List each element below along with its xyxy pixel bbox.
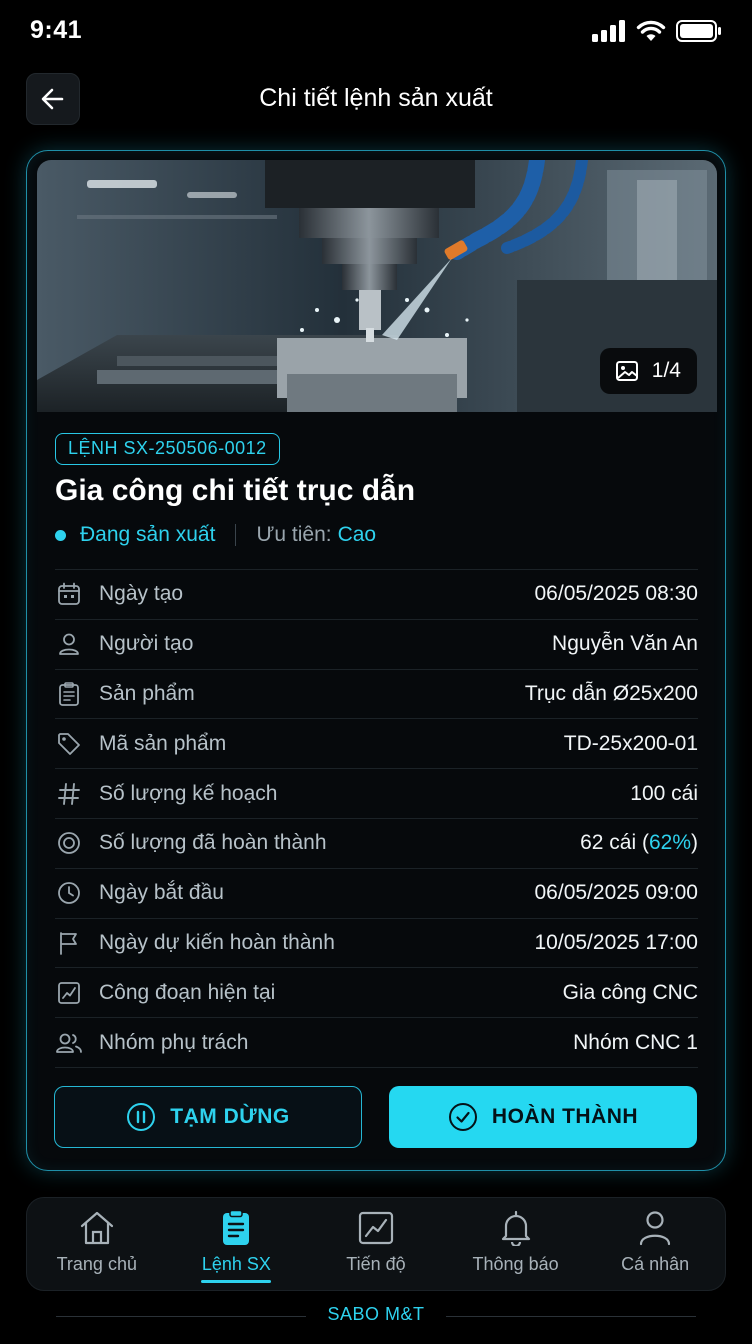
wifi-icon — [636, 20, 666, 41]
target-icon — [55, 829, 83, 857]
tab-home[interactable]: Trang chủ — [27, 1198, 167, 1290]
flag-icon — [55, 929, 83, 957]
signal-icon — [592, 20, 625, 42]
clock-icon — [55, 879, 83, 907]
orders-icon — [223, 1210, 250, 1245]
detail-value: Nhóm CNC 1 — [573, 1030, 698, 1054]
divider — [235, 524, 237, 546]
chart-icon — [55, 979, 83, 1007]
tab-notifications[interactable]: Thông báo — [446, 1198, 586, 1290]
home-icon — [80, 1211, 113, 1245]
detail-row-team: Nhóm phụ trách Nhóm CNC 1 — [55, 1018, 698, 1068]
hero-image[interactable]: 1/4 — [37, 160, 717, 412]
detail-value: Trục dẫn Ø25x200 — [524, 681, 698, 705]
users-icon — [55, 1029, 83, 1057]
header: Chi tiết lệnh sản xuất — [0, 72, 752, 126]
detail-row-start-date: Ngày bắt đầu 06/05/2025 09:00 — [55, 869, 698, 919]
pause-button-label: TẠM DỪNG — [170, 1105, 290, 1128]
detail-row-current-stage: Công đoạn hiện tại Gia công CNC — [55, 968, 698, 1019]
status-time: 9:41 — [30, 16, 83, 44]
detail-label: Sản phẩm — [99, 681, 195, 705]
detail-label: Mã sản phẩm — [99, 731, 227, 755]
priority-value: Cao — [337, 523, 377, 546]
photo-counter[interactable]: 1/4 — [599, 348, 697, 394]
detail-label: Người tạo — [99, 632, 194, 656]
priority-label: Ưu tiên: — [256, 523, 332, 546]
detail-label: Số lượng đã hoàn thành — [99, 831, 327, 855]
page-title: Chi tiết lệnh sản xuất — [259, 84, 493, 112]
status-text: Đang sản xuất — [80, 523, 216, 546]
detail-value: Nguyễn Văn An — [552, 632, 698, 656]
pause-button[interactable]: TẠM DỪNG — [54, 1086, 362, 1148]
detail-label: Nhóm phụ trách — [99, 1030, 249, 1054]
tab-label: Lệnh SX — [201, 1254, 271, 1274]
detail-value: 06/05/2025 08:30 — [534, 582, 699, 606]
detail-label: Số lượng kế hoạch — [99, 781, 278, 805]
hash-icon — [55, 780, 83, 808]
status-bar: 9:41 — [0, 0, 752, 64]
detail-label: Ngày tạo — [99, 582, 184, 606]
detail-value: 62 cái (62%) — [580, 831, 698, 855]
complete-button-label: HOÀN THÀNH — [491, 1105, 639, 1128]
tab-orders[interactable]: Lệnh SX — [167, 1198, 307, 1290]
detail-row-completed-qty: Số lượng đã hoàn thành 62 cái (62%) — [55, 819, 698, 869]
tab-label: Trang chủ — [56, 1254, 137, 1274]
detail-value: 10/05/2025 17:00 — [534, 930, 699, 954]
footer-brand: SABO M&T — [327, 1304, 425, 1324]
image-icon — [615, 361, 638, 381]
profile-icon — [640, 1211, 671, 1246]
order-code-badge: LỆNH SX-250506-0012 — [55, 433, 280, 465]
tab-label: Thông báo — [472, 1254, 559, 1274]
calendar-icon — [55, 580, 83, 608]
detail-row-creator: Người tạo Nguyễn Văn An — [55, 620, 698, 670]
detail-value: TD-25x200-01 — [563, 731, 698, 755]
status-line: Đang sản xuất Ưu tiên: Cao — [55, 523, 376, 547]
order-title: Gia công chi tiết trục dẫn — [55, 474, 416, 507]
footer: SABO M&T — [0, 1304, 752, 1328]
detail-value: 100 cái — [630, 781, 698, 805]
detail-row-created-date: Ngày tạo 06/05/2025 08:30 — [55, 570, 698, 620]
detail-row-product-code: Mã sản phẩm TD-25x200-01 — [55, 719, 698, 770]
clipboard-icon — [55, 680, 83, 708]
bottom-tab-bar: Trang chủ Lệnh SX Tiến độ Thông báo Cá n… — [26, 1197, 726, 1291]
photo-counter-text: 1/4 — [651, 359, 681, 382]
order-detail-card: 1/4 LỆNH SX-250506-0012 Gia công chi tiế… — [26, 150, 726, 1171]
detail-value: 06/05/2025 09:00 — [534, 881, 699, 905]
detail-row-product: Sản phẩm Trục dẫn Ø25x200 — [55, 670, 698, 720]
detail-label: Ngày dự kiến hoàn thành — [99, 930, 335, 954]
complete-button[interactable]: HOÀN THÀNH — [389, 1086, 697, 1148]
completion-percent: 62% — [648, 831, 691, 855]
active-tab-indicator — [201, 1280, 272, 1283]
progress-icon — [358, 1211, 394, 1245]
detail-label: Công đoạn hiện tại — [99, 980, 276, 1004]
user-icon — [55, 630, 83, 658]
tab-label: Tiến độ — [346, 1254, 406, 1274]
detail-list: Ngày tạo 06/05/2025 08:30 Người tạo Nguy… — [55, 569, 698, 1068]
detail-label: Ngày bắt đầu — [99, 881, 224, 905]
tab-progress[interactable]: Tiến độ — [306, 1198, 446, 1290]
tab-profile[interactable]: Cá nhân — [585, 1198, 725, 1290]
detail-row-planned-qty: Số lượng kế hoạch 100 cái — [55, 769, 698, 819]
battery-icon — [676, 20, 721, 42]
status-icons — [592, 20, 722, 42]
bell-icon — [501, 1210, 530, 1246]
tag-icon — [55, 730, 83, 758]
tab-label: Cá nhân — [621, 1254, 690, 1274]
check-circle-icon — [448, 1103, 477, 1131]
status-dot — [55, 529, 66, 541]
detail-row-due-date: Ngày dự kiến hoàn thành 10/05/2025 17:00 — [55, 919, 698, 969]
detail-value: Gia công CNC — [562, 980, 698, 1004]
pause-icon — [127, 1103, 156, 1131]
